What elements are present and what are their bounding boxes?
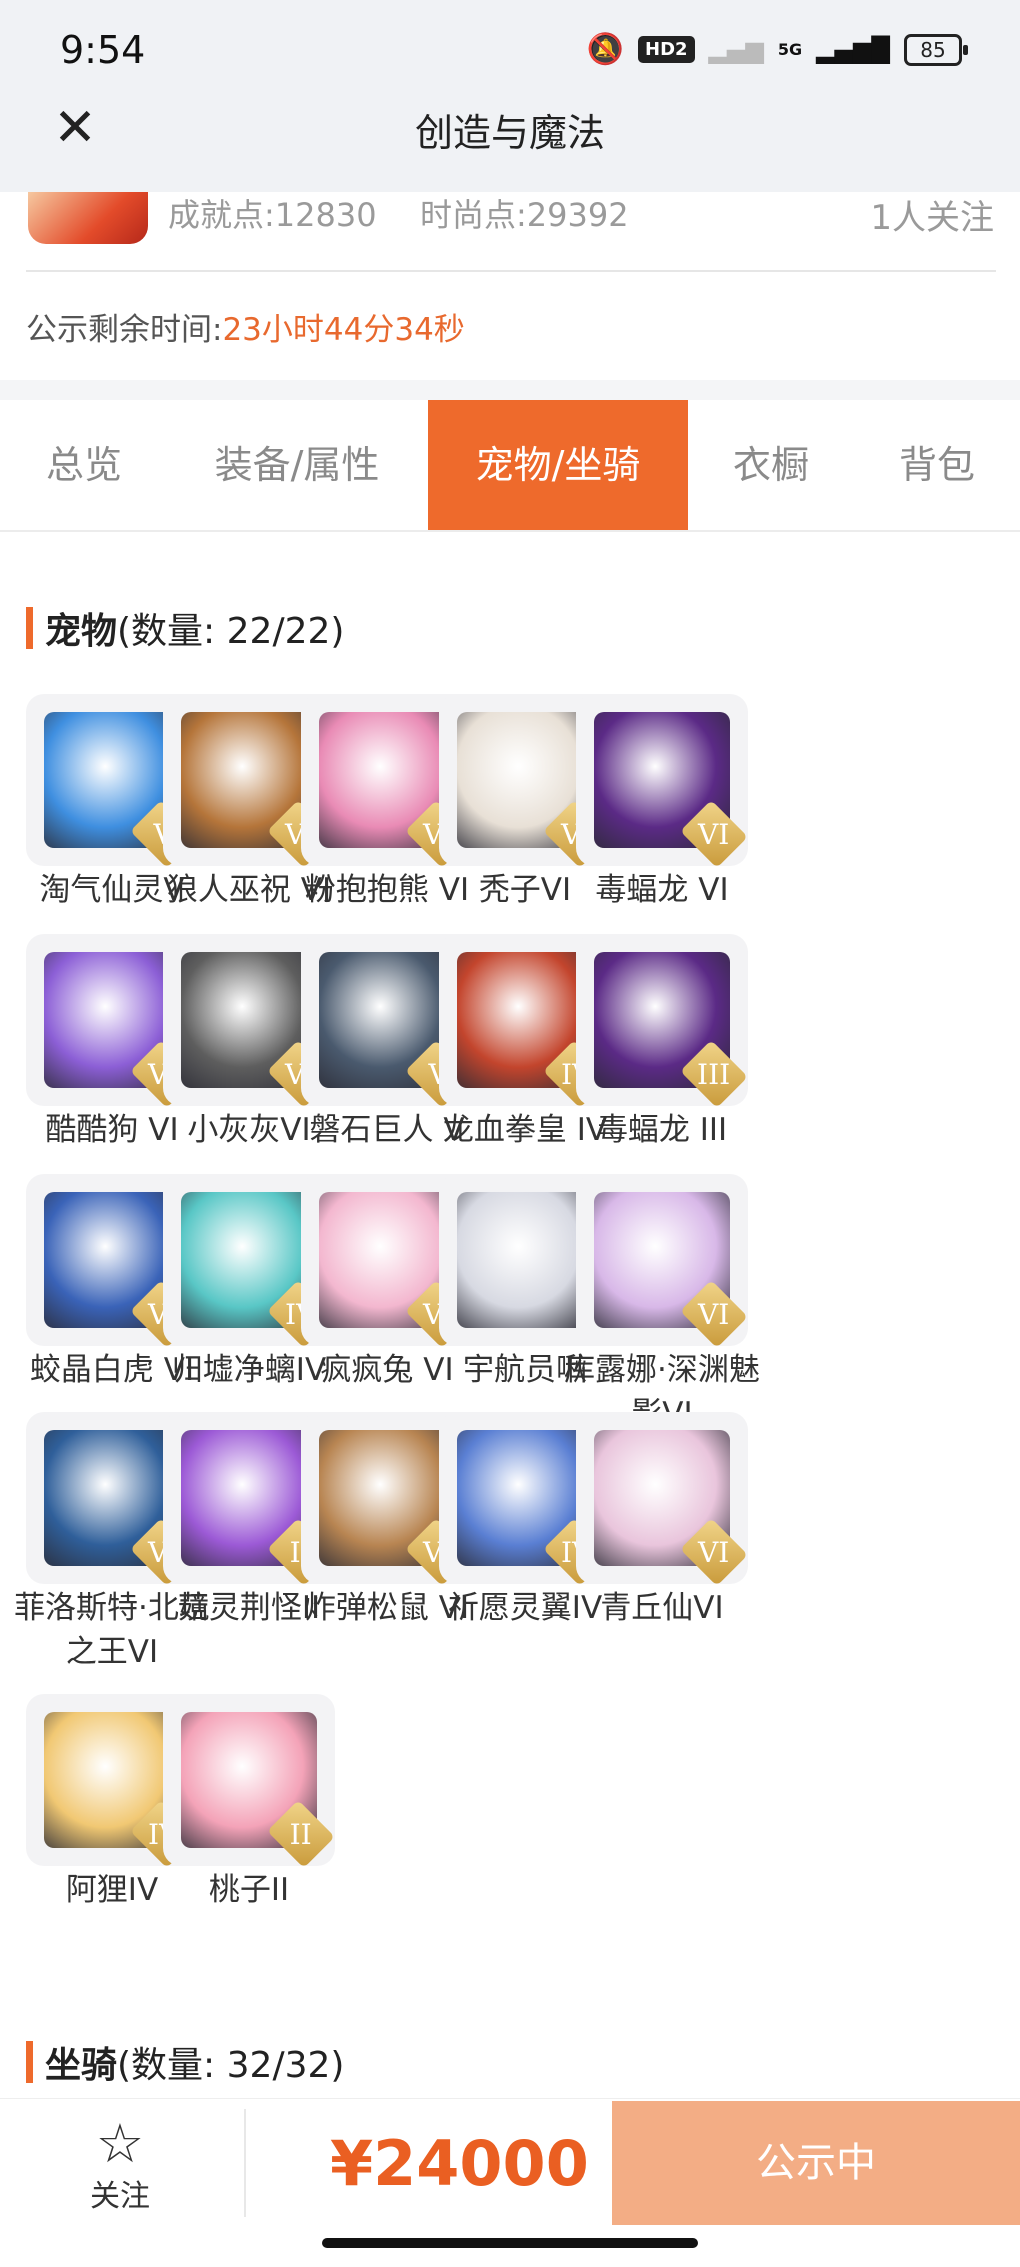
section-accent-bar xyxy=(26,607,33,649)
pet-name: 毒蝠龙 VI xyxy=(595,872,729,908)
bell-muted-icon: 🔕 xyxy=(586,32,624,67)
pets-section-header: 宠物 (数量: 22/22) xyxy=(26,602,344,654)
pet-image: II xyxy=(163,1694,335,1866)
star-icon: ☆ xyxy=(95,2112,145,2175)
signal-weak-icon: ▂▄▆ xyxy=(708,35,764,64)
pet-rank-label: VI xyxy=(698,1535,730,1569)
divider xyxy=(26,270,996,272)
tab-wardrobe[interactable]: 衣橱 xyxy=(688,400,854,530)
public-status-button[interactable]: 公示中 xyxy=(612,2101,1020,2225)
section-accent-bar xyxy=(26,2041,33,2083)
pet-rank-label: II xyxy=(289,1817,312,1851)
bottom-action-bar: ☆ 关注 ¥24000 公示中 xyxy=(0,2098,1020,2227)
tab-bag[interactable]: 背包 xyxy=(854,400,1020,530)
divider xyxy=(244,2109,246,2217)
pet-card[interactable]: III 毒蝠龙 III xyxy=(576,934,752,1152)
pet-rank-label: VI xyxy=(698,817,730,851)
pets-section-title: 宠物 xyxy=(45,611,118,652)
pets-section-count: (数量: 22/22) xyxy=(117,611,345,652)
pet-card[interactable]: II 桃子II xyxy=(163,1694,339,1912)
page-title: 创造与魔法 xyxy=(414,111,605,155)
tab-equipment[interactable]: 装备/属性 xyxy=(168,400,426,530)
hd-badge: HD2 xyxy=(638,36,695,63)
countdown-value: 23小时44分34秒 xyxy=(222,312,465,348)
pet-image: VI xyxy=(576,694,748,866)
pet-name: 毒蝠龙 III xyxy=(596,1112,728,1148)
mounts-section-header: 坐骑 (数量: 32/32) xyxy=(26,2036,344,2088)
pet-image: VI xyxy=(576,1412,748,1584)
countdown: 公示剩余时间:23小时44分34秒 xyxy=(26,304,465,349)
status-icons: 🔕 HD2 ▂▄▆ 5G ▂▄▆█ 85 xyxy=(586,32,968,67)
tab-pets-mounts[interactable]: 宠物/坐骑 xyxy=(428,400,688,530)
follow-label: 关注 xyxy=(90,2179,150,2214)
countdown-label: 公示剩余时间: xyxy=(26,312,223,348)
section-gap xyxy=(0,380,1020,400)
pet-name: 青丘仙VI xyxy=(600,1590,724,1626)
pet-card[interactable]: VI 毒蝠龙 VI xyxy=(576,694,752,912)
followers-count: 1人关注 xyxy=(870,198,994,238)
pet-portrait xyxy=(457,1192,593,1328)
status-time: 9:54 xyxy=(60,28,146,72)
mounts-section-count: (数量: 32/32) xyxy=(117,2045,345,2086)
tab-bar: 总览 装备/属性 宠物/坐骑 衣橱 背包 xyxy=(0,400,1020,532)
signal-icon: ▂▄▆█ xyxy=(816,35,890,64)
pet-rank-label: VI xyxy=(698,1297,730,1331)
achievement-points: 成就点:12830 xyxy=(168,196,377,234)
fashion-points: 时尚点:29392 xyxy=(420,196,629,234)
pet-card[interactable]: VI 青丘仙VI xyxy=(576,1412,752,1630)
pet-image: VI xyxy=(576,1174,748,1346)
pet-rank-label: III xyxy=(697,1057,731,1091)
price: ¥24000 xyxy=(330,2127,589,2200)
top-bar: 9:54 🔕 HD2 ▂▄▆ 5G ▂▄▆█ 85 ✕ 创造与魔法 xyxy=(0,0,1020,192)
mounts-section-title: 坐骑 xyxy=(45,2045,118,2086)
pet-card[interactable]: VI库露娜·深渊魅影VI xyxy=(564,1174,760,1436)
status-bar: 9:54 🔕 HD2 ▂▄▆ 5G ▂▄▆█ 85 xyxy=(0,0,1020,100)
pet-name: 桃子II xyxy=(208,1872,290,1908)
network-type: 5G xyxy=(777,39,803,59)
follow-button[interactable]: ☆ 关注 xyxy=(70,2117,170,2215)
home-indicator xyxy=(322,2238,698,2248)
avatar[interactable] xyxy=(28,192,148,244)
battery-icon: 85 xyxy=(904,33,968,66)
pet-image: III xyxy=(576,934,748,1106)
tab-overview[interactable]: 总览 xyxy=(0,400,168,530)
